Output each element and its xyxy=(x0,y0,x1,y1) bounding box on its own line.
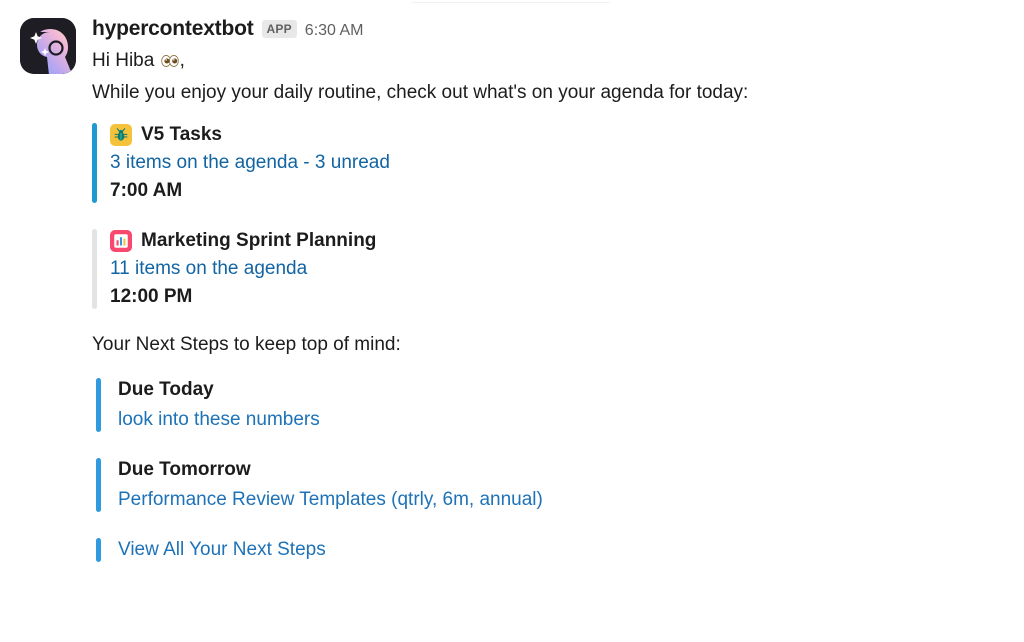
agenda-time: 7:00 AM xyxy=(110,180,183,202)
step-link[interactable]: look into these numbers xyxy=(118,405,1024,435)
app-badge: APP xyxy=(261,20,297,39)
step-accent-bar xyxy=(96,458,101,513)
step-accent-bar xyxy=(96,538,101,563)
next-steps-intro: Your Next Steps to keep top of mind: xyxy=(92,334,401,356)
bug-icon xyxy=(110,124,132,147)
agenda-item-marketing-sprint-planning: Marketing Sprint Planning 11 items on th… xyxy=(92,227,1024,311)
agenda-items-link[interactable]: 11 items on the agenda xyxy=(110,255,1024,283)
next-step-due-tomorrow: Due Tomorrow Performance Review Template… xyxy=(92,455,1024,515)
next-step-due-today: Due Today look into these numbers xyxy=(92,375,1024,435)
step-title: Due Today xyxy=(118,379,214,401)
bar-chart-icon xyxy=(110,230,132,253)
agenda-title: V5 Tasks xyxy=(141,124,222,146)
attachment-accent-bar xyxy=(92,123,97,204)
intro-line: While you enjoy your daily routine, chec… xyxy=(92,82,749,104)
step-link[interactable]: Performance Review Templates (qtrly, 6m,… xyxy=(118,485,1024,515)
agenda-attachments: V5 Tasks 3 items on the agenda - 3 unrea… xyxy=(92,121,1024,311)
view-all-next-steps-link[interactable]: View All Your Next Steps xyxy=(118,535,1024,565)
eyes-icon xyxy=(160,52,180,73)
greeting-text: Hi Hiba xyxy=(92,50,160,72)
slack-message: hypercontextbot APP 6:30 AM Hi Hiba , Wh… xyxy=(0,0,1024,565)
step-title: Due Tomorrow xyxy=(118,459,251,481)
top-divider xyxy=(412,2,610,3)
agenda-title-row: V5 Tasks xyxy=(110,121,1024,149)
message-body: hypercontextbot APP 6:30 AM Hi Hiba , Wh… xyxy=(76,16,1024,565)
bot-avatar[interactable] xyxy=(20,18,76,74)
sender-name[interactable]: hypercontextbot xyxy=(92,16,254,41)
agenda-title-row: Marketing Sprint Planning xyxy=(110,227,1024,255)
greeting-suffix: , xyxy=(179,50,185,72)
message-header: hypercontextbot APP 6:30 AM xyxy=(92,16,1024,41)
next-step-view-all: View All Your Next Steps xyxy=(92,535,1024,565)
agenda-item-v5-tasks: V5 Tasks 3 items on the agenda - 3 unrea… xyxy=(92,121,1024,205)
agenda-items-link[interactable]: 3 items on the agenda - 3 unread xyxy=(110,149,1024,177)
agenda-time: 12:00 PM xyxy=(110,286,193,308)
message-timestamp[interactable]: 6:30 AM xyxy=(305,21,364,40)
attachment-accent-bar xyxy=(92,229,97,310)
step-accent-bar xyxy=(96,378,101,433)
agenda-title: Marketing Sprint Planning xyxy=(141,230,377,252)
greeting-line: Hi Hiba , xyxy=(92,43,1024,77)
next-steps-list: Due Today look into these numbers Due To… xyxy=(92,375,1024,565)
